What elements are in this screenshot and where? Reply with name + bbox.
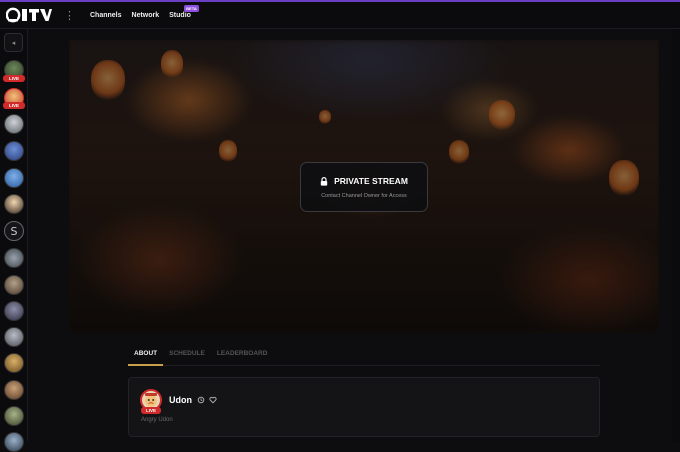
logo[interactable] <box>6 5 52 25</box>
channel-avatar[interactable] <box>4 432 24 452</box>
channel-avatar[interactable] <box>4 194 24 214</box>
lock-icon <box>320 176 328 186</box>
channel-name: Udon <box>169 395 192 405</box>
history-icon[interactable] <box>197 396 205 404</box>
channel-avatar[interactable] <box>4 380 24 400</box>
channel-avatar[interactable] <box>4 406 24 426</box>
collapse-sidebar-button[interactable]: ◂ <box>4 33 23 52</box>
tab-leaderboard[interactable]: LEADERBOARD <box>211 344 274 366</box>
svg-text:S: S <box>11 225 18 238</box>
about-card: LIVE Udon Angry Udon <box>128 377 600 437</box>
channel-avatar[interactable] <box>4 141 24 161</box>
private-stream-title: PRIVATE STREAM <box>334 176 408 186</box>
page-scrollbar[interactable] <box>672 29 680 441</box>
live-badge: LIVE <box>3 102 25 109</box>
channel-avatar[interactable] <box>4 114 24 134</box>
channel-avatar[interactable] <box>4 327 24 347</box>
nav-channels[interactable]: Channels <box>90 12 122 19</box>
heart-icon[interactable] <box>209 396 217 404</box>
channel-avatar[interactable] <box>4 248 24 268</box>
private-stream-subtitle: Contact Channel Owner for Access <box>321 193 407 199</box>
logo-mark-icon <box>6 7 52 23</box>
channel-avatar[interactable] <box>4 353 24 373</box>
channel-bio: Angry Udon <box>141 417 173 423</box>
channel-avatar[interactable] <box>4 301 24 321</box>
live-badge: LIVE <box>3 75 25 82</box>
top-bar: ⋮ Channels Network Studio BETA <box>0 2 680 29</box>
tab-about[interactable]: ABOUT <box>128 344 164 366</box>
channel-avatar[interactable] <box>4 168 24 188</box>
channel-avatar[interactable] <box>4 275 24 295</box>
nav-studio[interactable]: Studio BETA <box>169 4 199 19</box>
main-nav: Channels Network Studio BETA <box>80 4 199 19</box>
nav-network[interactable]: Network <box>132 12 160 19</box>
channel-sidebar: ◂ LIVE LIVE S <box>0 29 28 452</box>
video-player[interactable]: PRIVATE STREAM Contact Channel Owner for… <box>69 40 659 333</box>
live-badge: LIVE <box>141 407 161 414</box>
channel-tabs: ABOUT SCHEDULE LEADERBOARD <box>128 344 600 366</box>
beta-badge: BETA <box>184 4 199 12</box>
nav-studio-label: Studio <box>169 11 191 19</box>
channel-s-icon: S <box>11 225 18 238</box>
collapse-icon: ◂ <box>11 39 16 47</box>
channel-avatar[interactable]: S <box>4 221 24 241</box>
private-stream-notice: PRIVATE STREAM Contact Channel Owner for… <box>300 162 428 212</box>
more-menu-icon[interactable]: ⋮ <box>64 9 75 22</box>
tab-schedule[interactable]: SCHEDULE <box>163 344 211 366</box>
